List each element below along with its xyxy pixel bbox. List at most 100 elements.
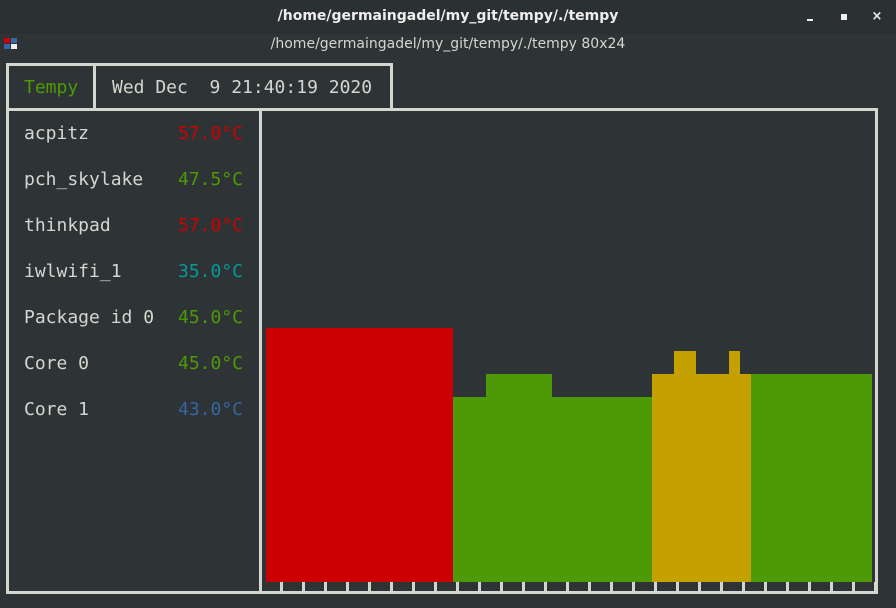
axis-tick <box>654 582 657 592</box>
graph-bar <box>619 397 630 582</box>
axis-tick <box>808 582 811 592</box>
graph-bar <box>310 328 321 582</box>
close-icon: × <box>871 9 883 24</box>
axis-tick <box>346 582 349 592</box>
graph-bar <box>729 351 740 582</box>
axis-tick <box>478 582 481 592</box>
graph-bar <box>354 328 365 582</box>
axis-tick <box>852 582 855 592</box>
sensor-name: Core 1 <box>24 399 90 420</box>
app-name: Tempy <box>24 77 79 98</box>
graph-bar <box>486 374 497 582</box>
graph-bar <box>332 328 343 582</box>
axis-tick <box>698 582 701 592</box>
graph-bar <box>806 374 817 582</box>
graph-bar <box>299 328 310 582</box>
datetime-display: Wed Dec 9 21:40:19 2020 <box>112 77 373 98</box>
graph-bar <box>530 374 541 582</box>
terminal-window: /home/germaingadel/my_git/tempy/./tempy … <box>0 0 896 608</box>
axis-tick <box>412 582 415 592</box>
graph-bar <box>828 374 839 582</box>
graph-bar <box>817 374 828 582</box>
minimize-button[interactable] <box>803 10 817 24</box>
close-button[interactable]: × <box>870 10 884 24</box>
axis-tick <box>588 582 591 592</box>
axis-tick <box>434 582 437 592</box>
graph-bar <box>718 374 729 582</box>
temperature-graph <box>266 120 872 582</box>
axis-tick <box>874 582 877 592</box>
graph-bar <box>762 374 773 582</box>
graph-bar <box>685 351 696 582</box>
graph-bar <box>519 374 530 582</box>
axis-tick <box>368 582 371 592</box>
graph-bar <box>277 328 288 582</box>
title-bar: /home/germaingadel/my_git/tempy/./tempy … <box>0 0 896 34</box>
sensor-name: thinkpad <box>24 215 111 236</box>
graph-bar <box>431 328 442 582</box>
graph-bar <box>674 351 685 582</box>
graph-bar <box>497 374 508 582</box>
axis-tick <box>456 582 459 592</box>
graph-bar <box>266 328 277 582</box>
graph-bar <box>586 397 597 582</box>
graph-bar <box>575 397 586 582</box>
axis-tick <box>632 582 635 592</box>
sensor-name: pch_skylake <box>24 169 144 190</box>
graph-bar <box>652 374 663 582</box>
axis-tick <box>610 582 613 592</box>
graph-bar <box>795 374 806 582</box>
axis-tick <box>764 582 767 592</box>
graph-bar <box>740 374 751 582</box>
graph-bar <box>409 328 420 582</box>
graph-bar <box>563 397 575 582</box>
window-title: /home/germaingadel/my_git/tempy/./tempy <box>277 8 619 24</box>
sensor-temperature: 57.0°C <box>178 215 244 236</box>
axis-tick <box>830 582 833 592</box>
minimize-icon <box>807 19 813 21</box>
graph-bar <box>387 328 398 582</box>
axis-tick <box>786 582 789 592</box>
graph-bar <box>376 328 387 582</box>
axis-tick <box>390 582 393 592</box>
graph-bar <box>850 374 861 582</box>
graph-bar <box>365 328 376 582</box>
axis-tick <box>500 582 503 592</box>
graph-bar <box>464 397 475 582</box>
graph-bar <box>453 397 464 582</box>
sensor-temperature: 45.0°C <box>178 307 244 328</box>
sensor-temperature: 47.5°C <box>178 169 244 190</box>
graph-bar <box>630 397 641 582</box>
sensor-temperature: 57.0°C <box>178 123 244 144</box>
terminal-subtitle: /home/germaingadel/my_git/tempy/./tempy … <box>270 36 626 52</box>
graph-bar <box>751 374 762 582</box>
axis-tick <box>522 582 525 592</box>
axis-tick <box>302 582 305 592</box>
axis-tick <box>544 582 547 592</box>
graph-bar <box>839 374 850 582</box>
axis-tick <box>566 582 569 592</box>
graph-bar <box>343 328 354 582</box>
sensor-name: acpitz <box>24 123 90 144</box>
sensor-temperature: 43.0°C <box>178 399 244 420</box>
graph-bar <box>597 397 608 582</box>
sensor-temperature: 35.0°C <box>178 261 244 282</box>
graph-bar <box>641 397 652 582</box>
graph-bar <box>861 374 872 582</box>
graph-bar <box>442 328 453 582</box>
graph-bar <box>398 328 409 582</box>
axis-tick <box>324 582 327 592</box>
graph-bar <box>321 328 332 582</box>
graph-bar <box>288 328 299 582</box>
graph-bar <box>773 374 784 582</box>
graph-bar <box>784 374 795 582</box>
graph-bar <box>420 328 431 582</box>
sensor-name: Core 0 <box>24 353 90 374</box>
axis-tick <box>742 582 745 592</box>
maximize-icon <box>841 14 847 20</box>
graph-bar <box>508 374 519 582</box>
sensor-temperature: 45.0°C <box>178 353 244 374</box>
maximize-button[interactable] <box>837 10 851 24</box>
graph-bar <box>541 374 552 582</box>
terminal-subtitle-bar: /home/germaingadel/my_git/tempy/./tempy … <box>0 34 896 56</box>
